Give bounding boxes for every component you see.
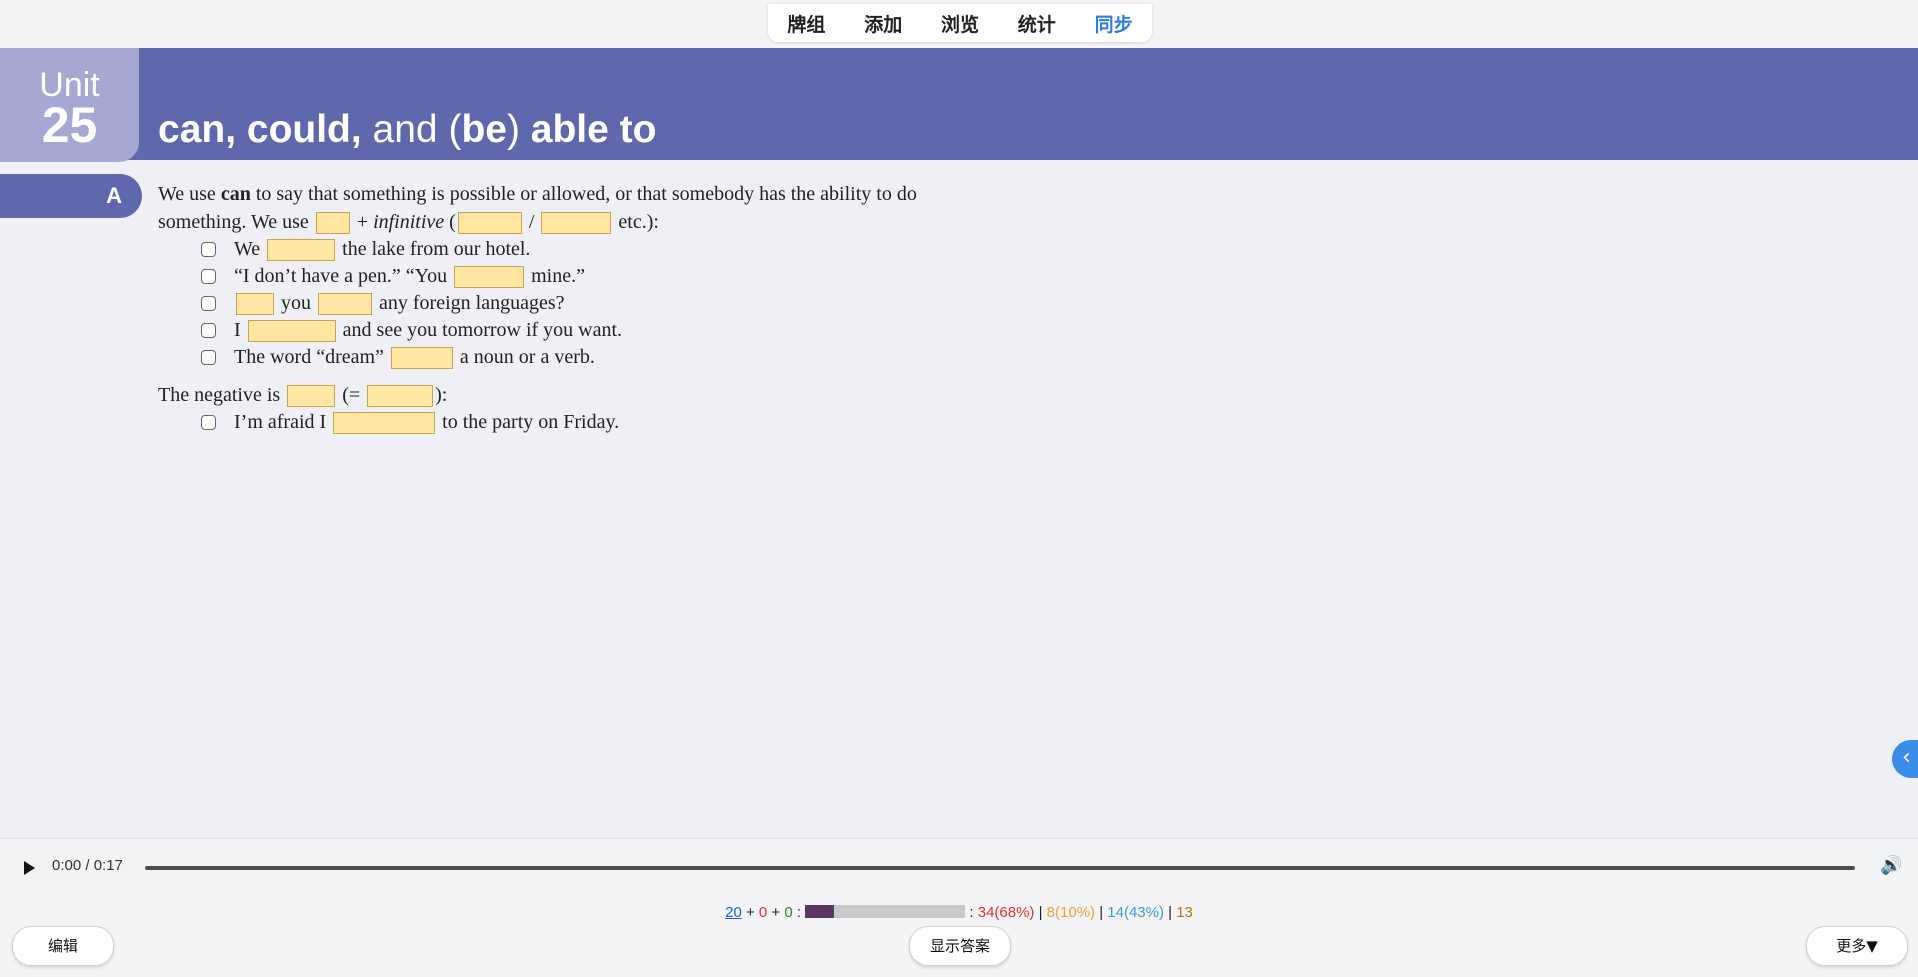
learn-count: 0 <box>758 904 768 921</box>
stats-sep: : <box>792 904 806 921</box>
example-checkbox[interactable] <box>201 242 216 257</box>
intro-text: something. We use <box>158 211 314 233</box>
cloze-blank[interactable] <box>318 293 372 316</box>
negative-text: The negative is <box>158 384 286 406</box>
example-text: “I don’t have a pen.” “You <box>234 265 453 287</box>
progress-bar <box>805 905 966 918</box>
show-answer-button[interactable]: 显示答案 <box>909 926 1011 966</box>
example-checkbox[interactable] <box>201 415 216 430</box>
intro-text: + <box>351 211 374 233</box>
intro-keyword: can <box>220 183 251 205</box>
deck-stats: 20 + 0 + 0 : : 34(68%) | 8(10%) | 14(43%… <box>0 902 1918 924</box>
play-icon[interactable] <box>24 861 35 875</box>
nav-stats[interactable]: 统计 <box>1018 10 1056 37</box>
intro-line-1: We use can to say that something is poss… <box>158 180 1018 208</box>
unit-number: 25 <box>41 97 98 153</box>
stats-sep: | <box>1095 904 1108 921</box>
intro-line-2: something. We use + infinitive ( / etc.)… <box>158 208 1018 236</box>
example-checkbox[interactable] <box>201 323 216 338</box>
example-item: I’m afraid I to the party on Friday. <box>158 409 1018 436</box>
example-text: We <box>234 238 266 260</box>
top-bar: 牌组 添加 浏览 统计 同步 <box>0 0 1918 49</box>
example-text: the lake from our hotel. <box>337 238 531 260</box>
stats-sep: | <box>1034 904 1047 921</box>
main-nav: 牌组 添加 浏览 统计 同步 <box>768 4 1152 42</box>
unit-badge: Unit 25 <box>0 48 139 162</box>
stats-sep: | <box>1163 904 1177 921</box>
cloze-blank[interactable] <box>454 266 525 289</box>
stats-sep: + <box>767 904 785 921</box>
nav-browse[interactable]: 浏览 <box>941 10 979 37</box>
example-item: We the lake from our hotel. <box>158 236 1018 263</box>
cloze-blank[interactable] <box>247 320 336 343</box>
example-item: I and see you tomorrow if you want. <box>158 317 1018 344</box>
title-part-1: can, could, <box>158 108 362 151</box>
section-tab: A <box>0 174 142 218</box>
example-text: I <box>234 319 246 341</box>
audio-progress-slider[interactable] <box>145 866 1855 870</box>
intro-text: to say that something is possible or all… <box>250 183 917 205</box>
title-part-5: able to <box>530 108 657 151</box>
stats-sep: : <box>965 904 978 921</box>
example-checkbox[interactable] <box>201 350 216 365</box>
title-part-3: be <box>461 108 507 151</box>
negative-text: (= <box>337 384 366 406</box>
example-text: mine.” <box>526 265 585 287</box>
example-text: I’m afraid I <box>234 411 332 433</box>
cloze-blank[interactable] <box>457 212 522 235</box>
example-text: and see you tomorrow if you want. <box>337 319 623 341</box>
example-text: to the party on Friday. <box>437 411 620 433</box>
title-part-4: ) <box>506 108 531 151</box>
volume-icon[interactable]: 🔊 <box>1880 855 1902 876</box>
example-item: you any foreign languages? <box>158 290 1018 317</box>
intro-italic: infinitive <box>373 211 445 233</box>
cloze-blank[interactable] <box>541 212 612 235</box>
more-button[interactable]: 更多▼ <box>1806 926 1908 966</box>
cloze-blank[interactable] <box>267 239 336 262</box>
intro-text: / <box>523 211 540 233</box>
cloze-blank[interactable] <box>315 212 350 235</box>
new-count-link[interactable]: 20 <box>725 904 742 921</box>
edit-button[interactable]: 编辑 <box>12 926 114 966</box>
intro-text: We use <box>158 183 221 205</box>
page-title: can, could, and (be) able to <box>158 104 656 156</box>
card-content: We use can to say that something is poss… <box>158 180 1018 436</box>
intro-text: ( <box>444 211 456 233</box>
stats-sep: + <box>741 904 759 921</box>
example-text: you <box>276 292 316 314</box>
stat-2: 8(10%) <box>1046 904 1096 921</box>
example-text: The word “dream” <box>234 346 389 368</box>
audio-player: 0:00 / 0:17 🔊 <box>0 838 1918 900</box>
audio-time: 0:00 / 0:17 <box>52 857 123 874</box>
nav-add[interactable]: 添加 <box>864 10 902 37</box>
stat-4: 13 <box>1176 904 1193 921</box>
example-text: any foreign languages? <box>374 292 565 314</box>
negative-text: ): <box>435 384 448 406</box>
cloze-blank[interactable] <box>333 412 436 435</box>
example-item: “I don’t have a pen.” “You mine.” <box>158 263 1018 290</box>
stat-3: 14(43%) <box>1107 904 1164 921</box>
stat-1: 34(68%) <box>977 904 1035 921</box>
title-part-2: and ( <box>361 108 462 151</box>
example-text: a noun or a verb. <box>454 346 595 368</box>
section-letter: A <box>106 183 122 208</box>
cloze-blank[interactable] <box>287 385 336 408</box>
chevron-left-icon[interactable]: ‹ <box>1892 740 1918 778</box>
example-checkbox[interactable] <box>201 269 216 284</box>
example-checkbox[interactable] <box>201 296 216 311</box>
cloze-blank[interactable] <box>390 347 453 370</box>
cloze-blank[interactable] <box>367 385 434 408</box>
review-count: 0 <box>784 904 793 921</box>
negative-line: The negative is (= ): <box>158 381 1018 409</box>
nav-decks[interactable]: 牌组 <box>787 10 825 37</box>
example-item: The word “dream” a noun or a verb. <box>158 344 1018 371</box>
nav-sync[interactable]: 同步 <box>1095 10 1133 37</box>
intro-text: etc.): <box>613 211 659 233</box>
progress-fill <box>805 905 835 918</box>
cloze-blank[interactable] <box>236 293 274 316</box>
